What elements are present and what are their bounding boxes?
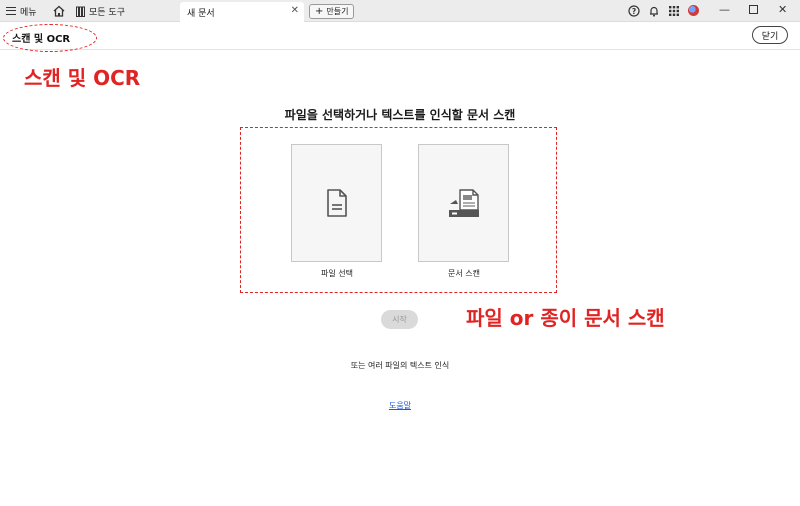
tools-icon <box>76 6 85 17</box>
window-close-icon[interactable]: ✕ <box>778 3 787 16</box>
minimize-icon[interactable]: — <box>719 3 730 16</box>
main-heading: 파일을 선택하거나 텍스트를 인식할 문서 스캔 <box>284 108 516 122</box>
title-bar: 메뉴 모든 도구 새 문서 ✕ + 만들기 ? — ✕ <box>0 0 800 22</box>
start-button[interactable]: 시작 <box>381 310 418 329</box>
plus-icon: + <box>315 5 324 17</box>
annotation-title-note: 스캔 및 OCR <box>24 66 141 90</box>
tab-all-tools[interactable]: 모든 도구 <box>76 4 125 18</box>
svg-text:?: ? <box>632 7 636 16</box>
create-button-label: 만들기 <box>326 7 349 16</box>
annotation-options-box <box>240 127 557 293</box>
menu-label: 메뉴 <box>20 7 37 18</box>
annotation-options-note: 파일 or 종이 문서 스캔 <box>466 306 665 330</box>
annotation-ellipse <box>3 24 97 52</box>
tab-new-document[interactable]: 새 문서 ✕ <box>180 2 304 22</box>
doc-tab-label: 새 문서 <box>187 9 215 19</box>
tool-header: 스캔 및 OCR 닫기 <box>0 22 800 50</box>
avatar[interactable] <box>688 5 699 16</box>
bell-icon[interactable] <box>648 5 660 17</box>
close-button[interactable]: 닫기 <box>752 26 788 44</box>
help-link-row: 도움말 <box>0 400 800 411</box>
hamburger-icon <box>6 7 16 15</box>
help-link[interactable]: 도움말 <box>389 401 411 410</box>
multi-file-ocr-link[interactable]: 또는 여러 파일의 텍스트 인식 <box>0 360 800 371</box>
help-icon[interactable]: ? <box>628 5 640 17</box>
apps-grid-icon[interactable] <box>668 5 680 17</box>
create-button[interactable]: + 만들기 <box>309 4 355 19</box>
maximize-icon[interactable] <box>749 4 758 17</box>
home-icon[interactable] <box>52 4 66 18</box>
close-tab-icon[interactable]: ✕ <box>291 5 299 16</box>
menu-button[interactable]: 메뉴 <box>6 4 37 18</box>
tools-tab-label: 모든 도구 <box>89 7 125 18</box>
